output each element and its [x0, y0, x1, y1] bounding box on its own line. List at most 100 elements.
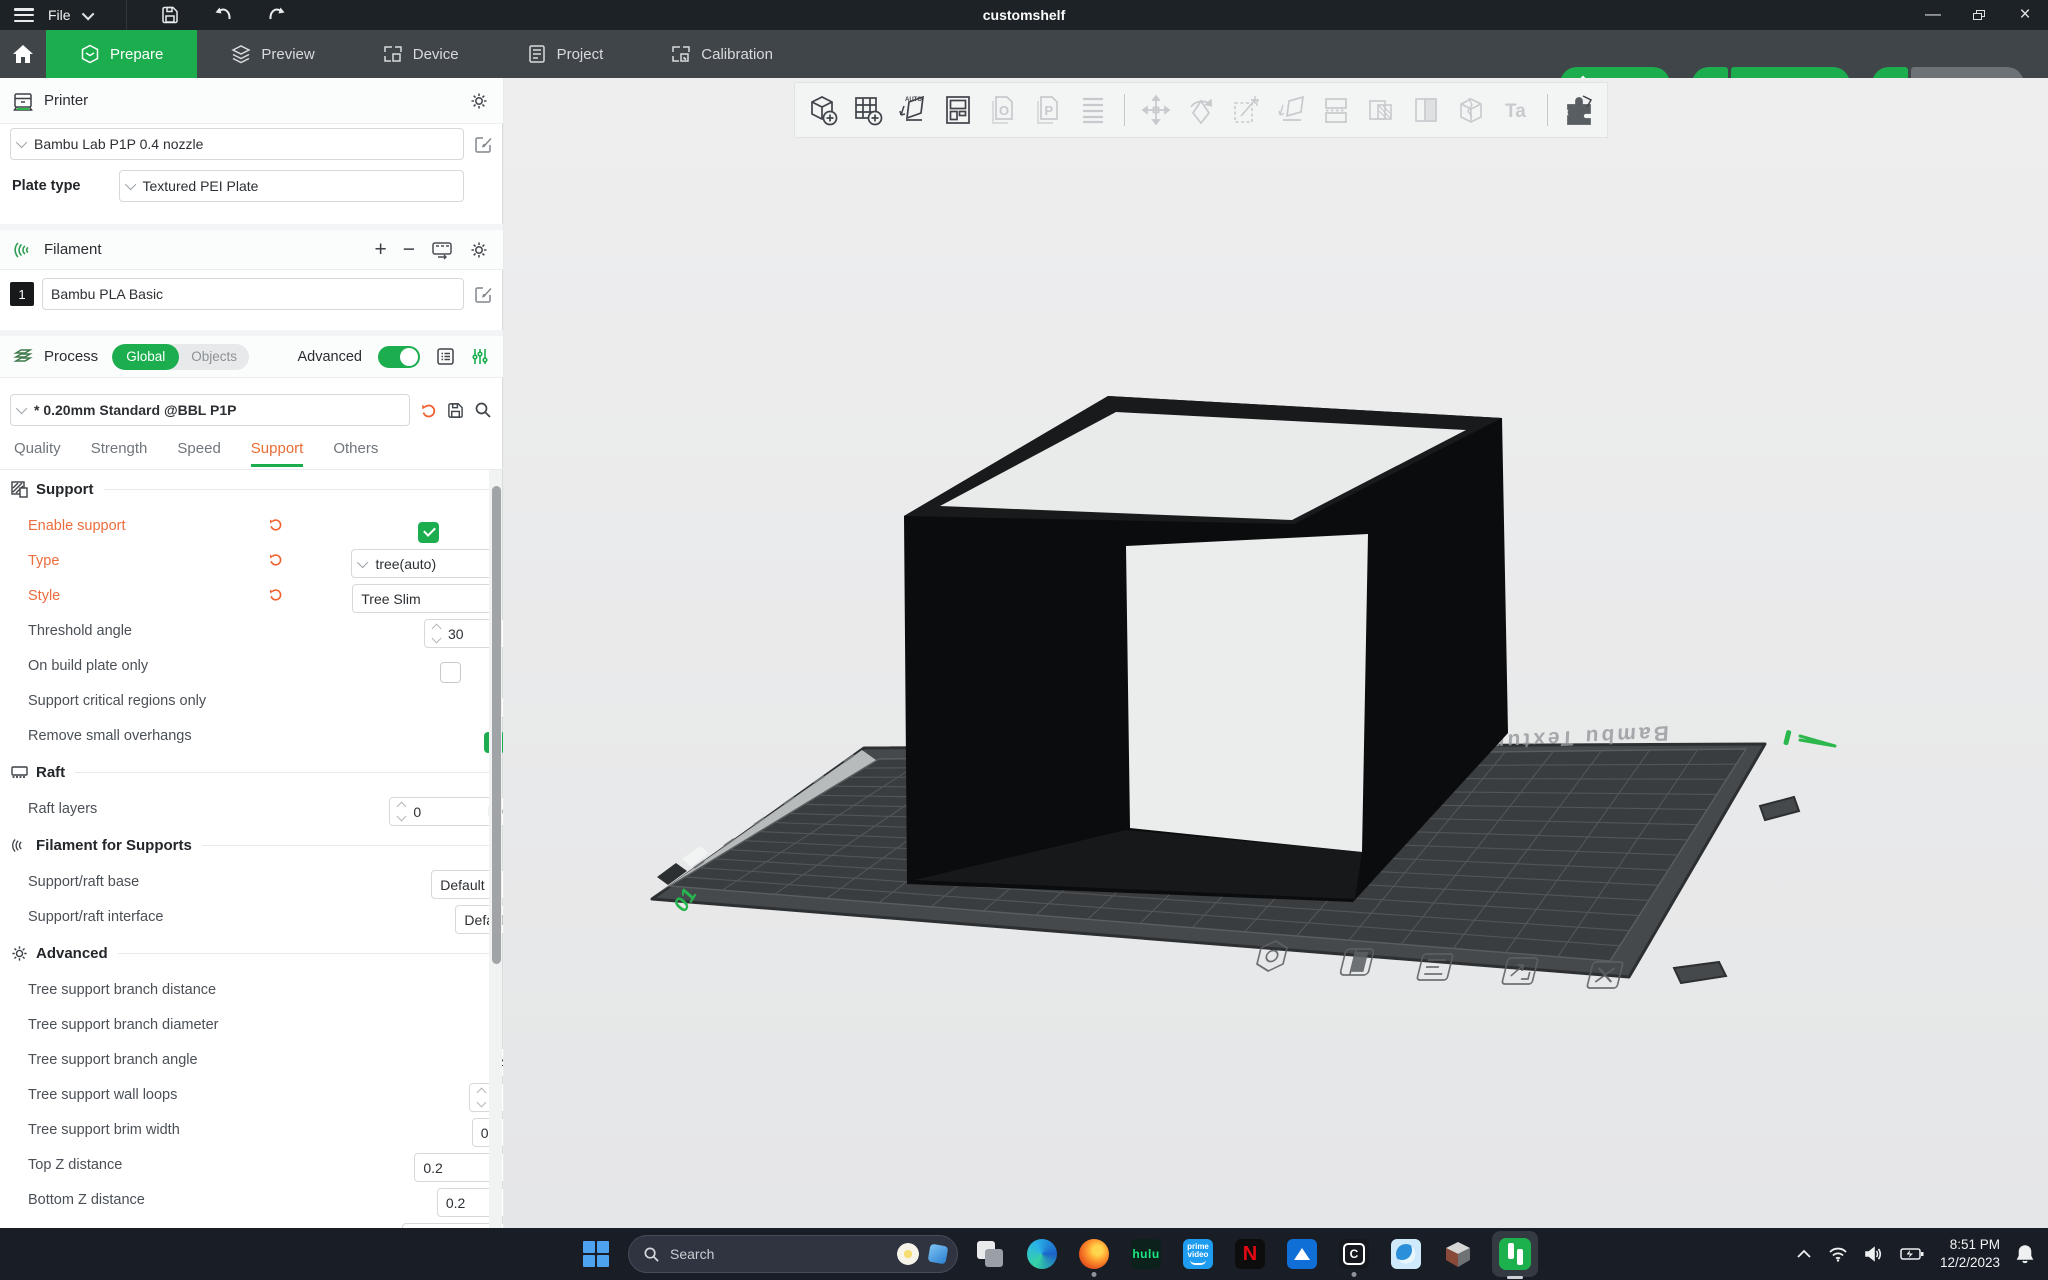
media-player-icon: [1391, 1239, 1421, 1269]
auto-orient-icon[interactable]: AUTO: [895, 89, 931, 131]
tune-parameters-icon[interactable]: [471, 347, 489, 366]
wifi-icon[interactable]: [1828, 1246, 1848, 1262]
app-3d-modeling[interactable]: [1438, 1234, 1478, 1274]
app-hulu[interactable]: hulu: [1126, 1234, 1166, 1274]
wipe-tower-marker[interactable]: [1783, 730, 1835, 746]
search-highlight-gem-icon[interactable]: [928, 1244, 949, 1265]
parameter-list-icon[interactable]: [436, 347, 455, 366]
reset-icon[interactable]: [268, 517, 283, 537]
restore-button[interactable]: [1956, 0, 2002, 30]
tab-others[interactable]: Others: [333, 440, 378, 464]
on-build-plate-only-checkbox[interactable]: [440, 662, 461, 683]
minimize-button[interactable]: —: [1910, 0, 1956, 30]
battery-charging-icon[interactable]: [1900, 1247, 1924, 1261]
reset-preset-icon[interactable]: [420, 402, 437, 419]
search-preset-icon[interactable]: [474, 401, 492, 419]
printer-settings-gear-icon[interactable]: [469, 91, 489, 111]
raft-layers-spinner[interactable]: 0layers: [389, 797, 503, 826]
settings-scrollbar-thumb[interactable]: [492, 486, 501, 964]
spinner-arrows-icon[interactable]: [398, 803, 405, 820]
assembly-view-icon[interactable]: [1561, 89, 1597, 131]
tab-strength[interactable]: Strength: [91, 440, 148, 464]
filament-select[interactable]: Bambu PLA Basic: [42, 278, 464, 310]
file-menu[interactable]: File: [48, 7, 71, 23]
app-media-player[interactable]: [1386, 1234, 1426, 1274]
app-bambu-studio-active[interactable]: [1490, 1234, 1540, 1274]
support-group-icon: [8, 480, 30, 499]
spinner-arrows-icon[interactable]: [433, 625, 440, 642]
remove-filament-button[interactable]: −: [403, 239, 415, 260]
app-capcut[interactable]: C: [1334, 1234, 1374, 1274]
app-prime-video[interactable]: primevideo: [1178, 1234, 1218, 1274]
volume-icon[interactable]: [1864, 1246, 1884, 1262]
reset-icon[interactable]: [268, 587, 283, 607]
enable-support-checkbox[interactable]: [418, 522, 439, 543]
scope-global[interactable]: Global: [112, 344, 179, 370]
support-style-select[interactable]: Tree Slim: [352, 584, 494, 613]
raft-group-icon: [8, 763, 30, 782]
scope-objects[interactable]: Objects: [179, 344, 249, 370]
3d-viewport[interactable]: Bambu Textured PEI Plate 01: [504, 78, 2048, 1228]
filament-settings-gear-icon[interactable]: [469, 240, 489, 260]
clock[interactable]: 8:51 PM 12/2/2023: [1940, 1236, 2000, 1272]
chevron-down-icon: [124, 179, 135, 190]
close-button[interactable]: ×: [2002, 0, 2048, 30]
printer-edit-icon[interactable]: [474, 135, 493, 154]
model-front-opening: [1126, 534, 1368, 852]
task-view-button[interactable]: [970, 1234, 1010, 1274]
tab-calibration[interactable]: Calibration: [637, 30, 807, 78]
arrange-icon[interactable]: [940, 89, 976, 131]
spinner-arrows-icon[interactable]: [478, 1089, 485, 1106]
rotate-tool-icon: [1183, 89, 1219, 131]
add-plate-icon[interactable]: [850, 89, 886, 131]
app-firefox[interactable]: [1074, 1234, 1114, 1274]
tab-quality[interactable]: Quality: [14, 440, 61, 464]
filament-group-icon: [8, 836, 30, 855]
start-button[interactable]: [576, 1234, 616, 1274]
tab-speed[interactable]: Speed: [177, 440, 220, 464]
app-edge[interactable]: [1022, 1234, 1062, 1274]
main-menu-icon[interactable]: [14, 8, 34, 22]
filament-slot-number[interactable]: 1: [10, 282, 34, 306]
add-filament-button[interactable]: +: [374, 239, 386, 260]
tray-expand-chevron-icon[interactable]: [1796, 1248, 1812, 1260]
tab-support[interactable]: Support: [251, 440, 304, 467]
filament-edit-icon[interactable]: [474, 285, 493, 304]
setting-row-enable-support: Enable support: [0, 508, 503, 543]
notifications-bell-icon[interactable]: [2016, 1244, 2034, 1264]
tab-prepare[interactable]: Prepare: [46, 30, 197, 78]
taskbar-search[interactable]: Search: [628, 1235, 958, 1273]
reset-icon[interactable]: [268, 552, 283, 572]
app-netflix[interactable]: N: [1230, 1234, 1270, 1274]
redo-icon[interactable]: [267, 6, 287, 24]
tab-device[interactable]: Device: [349, 30, 493, 78]
model-custom-shelf[interactable]: [904, 396, 1508, 902]
app-paramount-plus[interactable]: [1282, 1234, 1322, 1274]
support-type-select[interactable]: tree(auto): [351, 549, 493, 578]
search-highlight-flower-icon[interactable]: [897, 1243, 919, 1265]
tray-time: 8:51 PM: [1940, 1236, 2000, 1254]
home-button[interactable]: [0, 30, 46, 78]
process-scope-switch[interactable]: Global Objects: [112, 344, 249, 370]
process-tabs: Quality Strength Speed Support Others: [0, 434, 503, 470]
chevron-down-icon[interactable]: [81, 7, 94, 20]
ams-sync-icon[interactable]: [431, 240, 453, 260]
plate-type-select[interactable]: Textured PEI Plate: [119, 170, 464, 202]
tab-project[interactable]: Project: [493, 30, 638, 78]
save-preset-icon[interactable]: [447, 402, 464, 419]
add-object-icon[interactable]: [805, 89, 841, 131]
svg-text:AUTO: AUTO: [905, 97, 922, 103]
setting-row-branch-angle: Tree support branch angle 45°: [0, 1042, 503, 1077]
save-icon[interactable]: [161, 6, 179, 24]
scene-canvas[interactable]: Bambu Textured PEI Plate 01: [504, 78, 2048, 1228]
preview-icon: [231, 44, 251, 64]
advanced-group-icon: [8, 944, 30, 963]
tab-preview[interactable]: Preview: [197, 30, 348, 78]
setting-row-branch-diameter: Tree support branch diameter 2mm: [0, 1007, 503, 1042]
advanced-toggle[interactable]: [378, 346, 420, 368]
printer-select[interactable]: Bambu Lab P1P 0.4 nozzle: [10, 128, 464, 160]
undo-icon[interactable]: [213, 6, 233, 24]
capcut-icon: C: [1339, 1239, 1369, 1269]
toolbar-divider: [1547, 94, 1548, 126]
process-preset-select[interactable]: * 0.20mm Standard @BBL P1P: [10, 394, 410, 426]
